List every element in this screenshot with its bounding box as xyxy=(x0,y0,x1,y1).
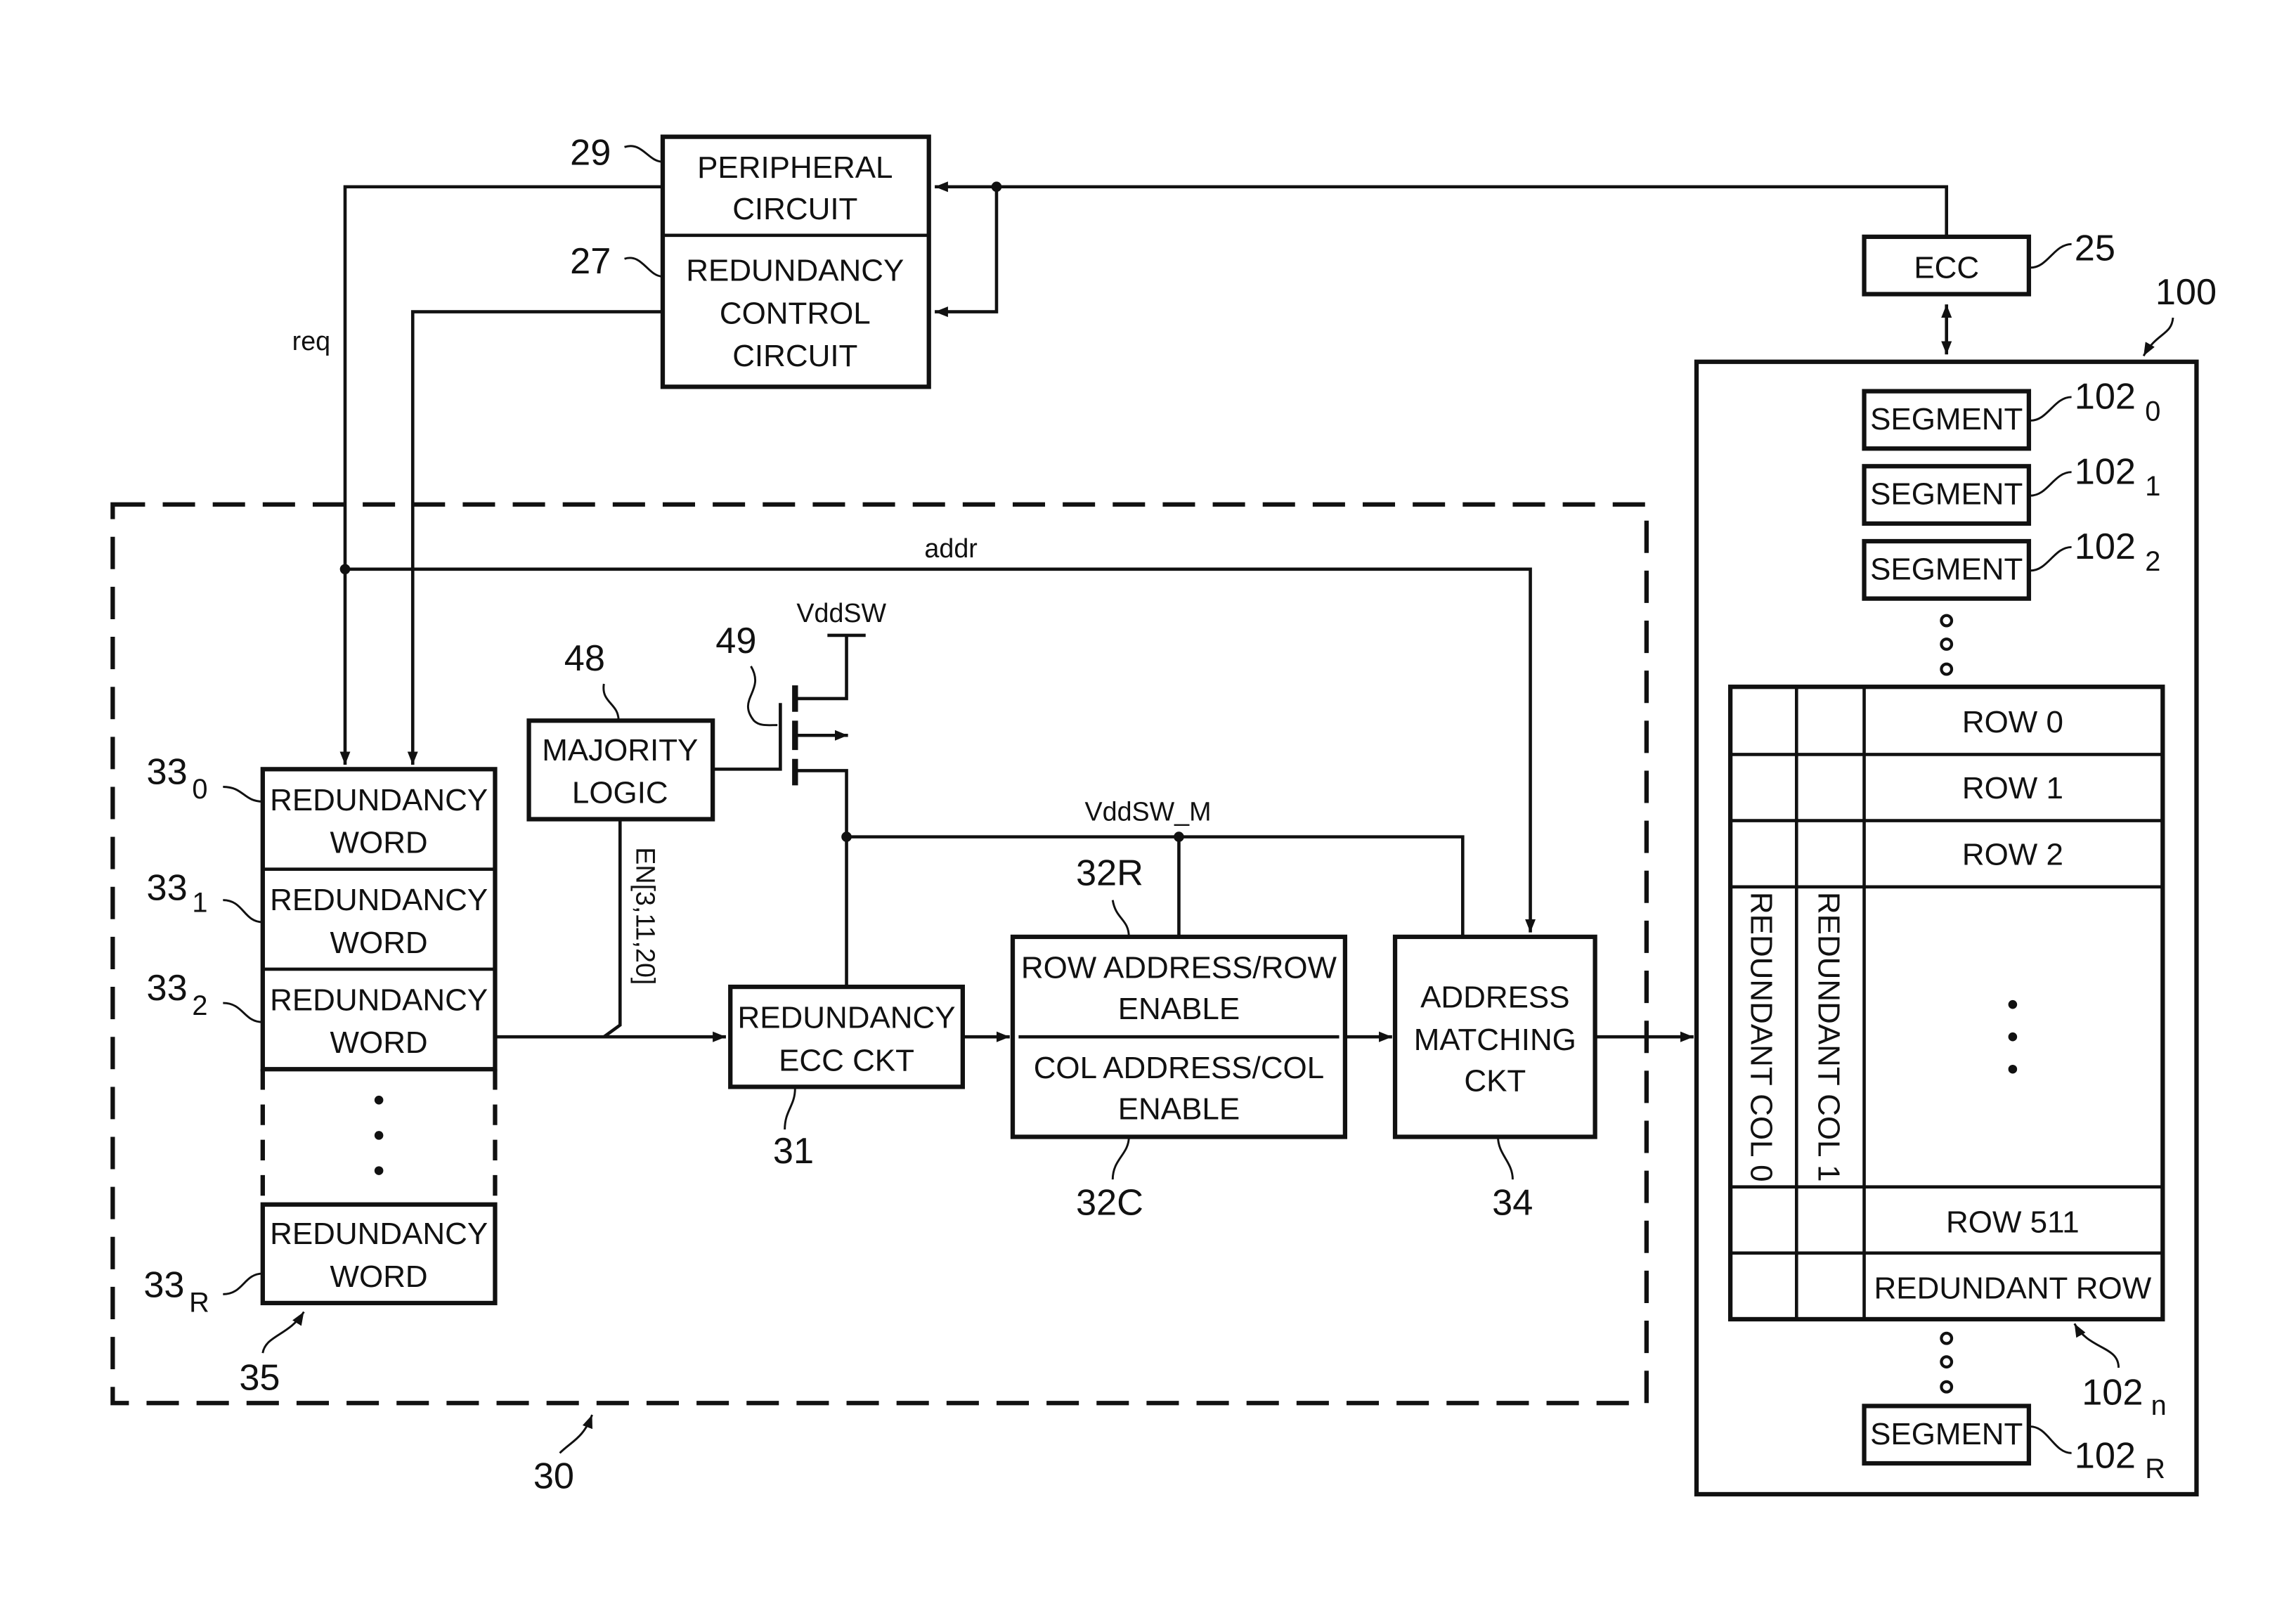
svg-text:WORD: WORD xyxy=(330,1259,428,1294)
rcc-to-word-wire xyxy=(407,310,663,765)
transistor-ref: 49 xyxy=(715,621,756,661)
svg-text:WORD: WORD xyxy=(330,1025,428,1060)
ecc-ref: 25 xyxy=(2075,228,2115,268)
redundant-col-0: REDUNDANT COL 0 xyxy=(1744,892,1778,1182)
vddsw-m-wire xyxy=(846,835,1465,937)
redundancy-block-diagram: PERIPHERAL CIRCUIT 29 REDUNDANCY CONTROL… xyxy=(110,132,2217,1497)
svg-text:102: 102 xyxy=(2082,1372,2143,1413)
svg-text:33: 33 xyxy=(147,968,188,1009)
svg-text:REDUNDANCY: REDUNDANCY xyxy=(270,983,488,1018)
rcc-line-3: CIRCUIT xyxy=(732,339,857,373)
word-stack-ref: 35 xyxy=(239,1357,280,1398)
svg-text:33: 33 xyxy=(143,1265,184,1306)
peripheral-line-2: CIRCUIT xyxy=(732,192,857,226)
svg-text:2: 2 xyxy=(2145,546,2160,577)
col-addr-line-2: ENABLE xyxy=(1118,1092,1240,1126)
svg-text:MATCHING: MATCHING xyxy=(1414,1023,1576,1057)
col-addr-line-1: COL ADDRESS/COL xyxy=(1034,1051,1324,1085)
row-addr-line-2: ENABLE xyxy=(1118,992,1240,1026)
ecc-block: ECC 25 xyxy=(1862,228,2115,297)
redundant-row: REDUNDANT ROW xyxy=(1874,1271,2152,1306)
junction-dot xyxy=(991,181,1002,193)
row-0: ROW 0 xyxy=(1962,705,2063,739)
rcc-ref: 27 xyxy=(570,241,611,282)
svg-text:R: R xyxy=(189,1288,209,1319)
address-matching-block: ADDRESS MATCHING CKT 34 xyxy=(1392,934,1597,1223)
svg-text:102: 102 xyxy=(2075,526,2136,567)
en-wire xyxy=(602,819,622,1039)
redundancy-ecc-block: REDUNDANCY ECC CKT 31 xyxy=(728,984,965,1172)
address-matching-ref: 34 xyxy=(1492,1182,1533,1223)
svg-text:ADDRESS: ADDRESS xyxy=(1420,980,1569,1014)
svg-text:ECC CKT: ECC CKT xyxy=(779,1043,914,1077)
svg-text:LOGIC: LOGIC xyxy=(572,775,668,810)
svg-text:REDUNDANCY: REDUNDANCY xyxy=(270,783,488,817)
req-wire xyxy=(339,185,663,765)
vddsw-label: VddSW xyxy=(796,598,886,628)
redundancy-word-stack: REDUNDANCY WORD 33 0 REDUNDANCY WORD 33 1 … xyxy=(143,751,498,1398)
svg-text:102: 102 xyxy=(2075,1435,2136,1476)
redundancy-ecc-ref: 31 xyxy=(773,1131,814,1172)
redundant-col-1: REDUNDANT COL 1 xyxy=(1812,892,1846,1182)
svg-text:WORD: WORD xyxy=(330,926,428,960)
rcc-line-1: REDUNDANCY xyxy=(686,254,904,288)
svg-text:SEGMENT: SEGMENT xyxy=(1870,402,2023,436)
req-label: req xyxy=(292,326,330,356)
addr-label: addr xyxy=(924,533,977,563)
svg-text:0: 0 xyxy=(2145,396,2160,427)
power-switch-transistor: VddSW 49 xyxy=(713,598,887,985)
svg-text:0: 0 xyxy=(192,774,207,805)
majority-ref: 48 xyxy=(564,638,605,679)
svg-text:n: n xyxy=(2151,1390,2167,1421)
module-ref: 30 xyxy=(533,1456,574,1497)
svg-text:REDUNDANCY: REDUNDANCY xyxy=(738,1001,956,1035)
svg-text:SEGMENT: SEGMENT xyxy=(1870,477,2023,512)
memory-array: 100 SEGMENT 102 0 SEGMENT 102 1 SEGMENT 10… xyxy=(1694,272,2217,1497)
ecc-to-rcc-wire xyxy=(935,186,999,318)
peripheral-line-1: PERIPHERAL xyxy=(697,150,893,185)
svg-text:R: R xyxy=(2145,1453,2165,1484)
svg-text:33: 33 xyxy=(147,868,188,909)
svg-text:REDUNDANCY: REDUNDANCY xyxy=(270,883,488,917)
row-1: ROW 1 xyxy=(1962,771,2063,805)
memory-ref: 100 xyxy=(2155,272,2217,313)
ecc-to-peripheral-wire xyxy=(935,181,1949,235)
svg-text:MAJORITY: MAJORITY xyxy=(542,733,698,768)
svg-text:SEGMENT: SEGMENT xyxy=(1870,552,2023,586)
majority-logic-block: MAJORITY LOGIC 48 xyxy=(526,638,715,822)
svg-text:CKT: CKT xyxy=(1464,1064,1526,1099)
segment-n-array[interactable]: ROW 0 ROW 1 ROW 2 ROW 511 REDUNDANT ROW … xyxy=(1727,685,2167,1421)
row-addr-ref: 32R xyxy=(1076,853,1143,894)
vddsw-m-label: VddSW_M xyxy=(1085,797,1212,827)
addr-wire xyxy=(344,567,1536,933)
row-addr-line-1: ROW ADDRESS/ROW xyxy=(1021,951,1337,985)
ecc-label: ECC xyxy=(1914,250,1979,285)
peripheral-ref: 29 xyxy=(570,132,611,173)
svg-text:1: 1 xyxy=(192,887,207,918)
svg-text:33: 33 xyxy=(147,751,188,792)
col-addr-ref: 32C xyxy=(1076,1182,1143,1223)
redundancy-control-circuit-block: REDUNDANCY CONTROL CIRCUIT 27 xyxy=(570,241,904,373)
svg-text:WORD: WORD xyxy=(330,826,428,860)
svg-text:SEGMENT: SEGMENT xyxy=(1870,1417,2023,1451)
svg-text:102: 102 xyxy=(2075,377,2136,417)
svg-text:REDUNDANCY: REDUNDANCY xyxy=(270,1217,488,1251)
svg-text:1: 1 xyxy=(2145,471,2160,502)
svg-text:102: 102 xyxy=(2075,451,2136,492)
row-2: ROW 2 xyxy=(1962,837,2063,872)
row-511: ROW 511 xyxy=(1946,1205,2080,1240)
svg-text:2: 2 xyxy=(192,990,207,1021)
en-label: EN[3,11,20] xyxy=(630,847,660,985)
rcc-line-2: CONTROL xyxy=(720,296,871,330)
